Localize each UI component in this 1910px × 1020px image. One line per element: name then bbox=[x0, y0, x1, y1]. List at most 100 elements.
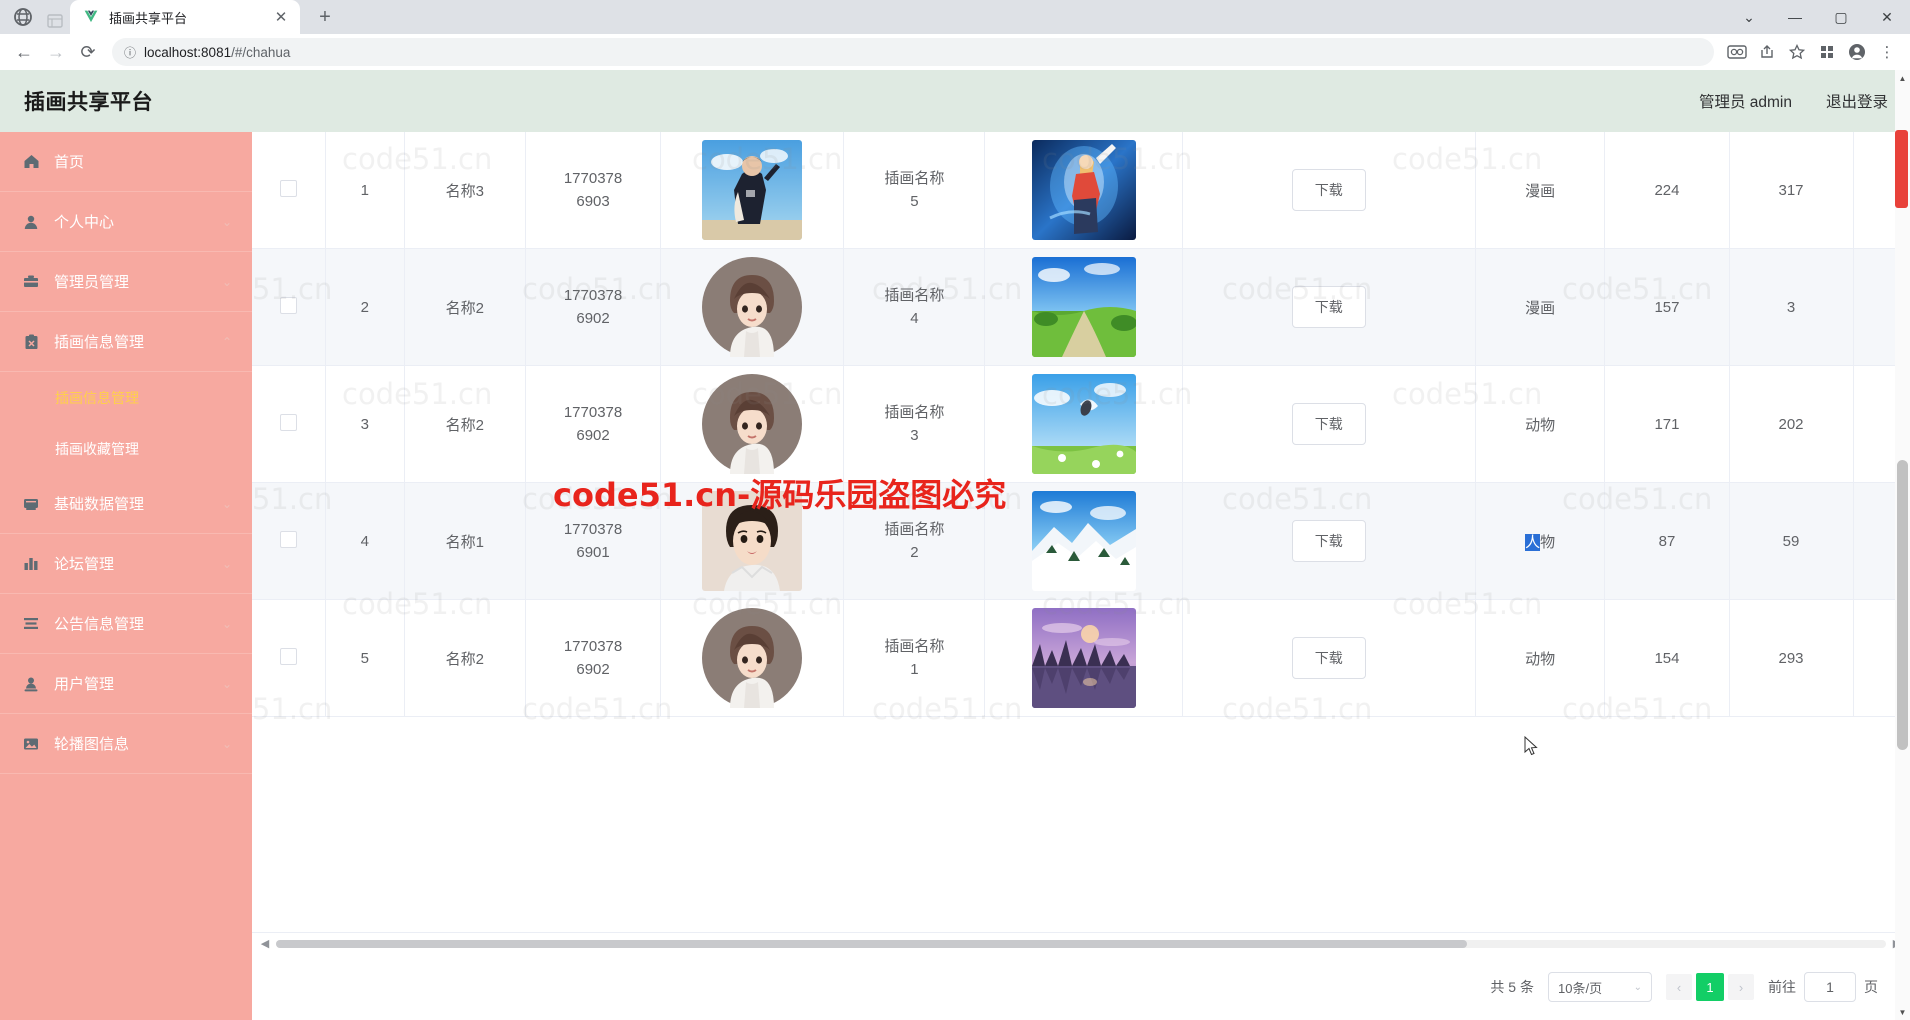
cover-image[interactable] bbox=[1031, 374, 1136, 474]
subitem-label: 插画信息管理 bbox=[55, 389, 139, 406]
sidebar-subitem-illustration-info[interactable]: 插画信息管理 bbox=[0, 372, 252, 423]
hscroll-thumb[interactable] bbox=[276, 939, 1468, 948]
row-download-cell[interactable]: 下载 bbox=[1182, 132, 1476, 249]
prev-page-button[interactable]: ‹ bbox=[1666, 974, 1692, 1000]
row-checkbox[interactable] bbox=[279, 179, 297, 197]
new-tab-button[interactable]: + bbox=[310, 2, 340, 32]
sidebar-item-notice[interactable]: 公告信息管理 ⌄ bbox=[0, 594, 252, 654]
next-page-button[interactable]: › bbox=[1728, 974, 1754, 1000]
row-name: 名称2 bbox=[404, 248, 526, 366]
page-size-select[interactable]: 10条/页 ⌄ bbox=[1548, 972, 1652, 1002]
avatar[interactable] bbox=[702, 374, 803, 474]
sidebar-item-admin[interactable]: 管理员管理 ⌄ bbox=[0, 252, 252, 312]
profile-icon[interactable] bbox=[1842, 37, 1872, 67]
row-avatar-cell bbox=[660, 365, 845, 483]
minimize-icon[interactable]: — bbox=[1772, 0, 1818, 34]
share-icon[interactable] bbox=[1752, 37, 1782, 67]
browser-toolbar: ← → ⟳ ⓘ localhost:8081/#/chahua ⋮ bbox=[0, 34, 1910, 70]
app-body: 首页 个人中心 ⌄ 管理员管理 ⌄ 插画信息管理 ⌃ 插画信息管理 插画收藏管理… bbox=[0, 132, 1910, 1020]
goto-input[interactable]: 1 bbox=[1804, 972, 1856, 1002]
content-area: 1 名称3 1770378 6903 插画名称 5 下载 漫画 224 317 … bbox=[252, 132, 1910, 1020]
table-row[interactable]: 3 名称2 1770378 6902 插画名称 3 下载 动物 171 202 bbox=[252, 365, 1910, 483]
page-scroll-thumb[interactable] bbox=[1897, 460, 1908, 750]
avatar[interactable] bbox=[702, 140, 803, 240]
sidebar-item-illustration[interactable]: 插画信息管理 ⌃ bbox=[0, 312, 252, 372]
illustration-table: 1 名称3 1770378 6903 插画名称 5 下载 漫画 224 317 … bbox=[252, 132, 1910, 717]
page-scrollbar[interactable]: ▲ ▼ bbox=[1895, 70, 1910, 1020]
row-type: 动物 bbox=[1475, 365, 1606, 483]
sidebar-label: 公告信息管理 bbox=[54, 616, 145, 633]
menu-icon[interactable]: ⋮ bbox=[1872, 37, 1902, 67]
hscroll-track[interactable] bbox=[276, 939, 1886, 948]
sidebar: 首页 个人中心 ⌄ 管理员管理 ⌄ 插画信息管理 ⌃ 插画信息管理 插画收藏管理… bbox=[0, 132, 252, 1020]
row-download-cell[interactable]: 下载 bbox=[1182, 365, 1476, 483]
vue-favicon-icon bbox=[82, 8, 100, 26]
row-checkbox-cell[interactable] bbox=[252, 482, 326, 600]
phone-bottom: 6901 bbox=[576, 544, 610, 561]
phone-top: 1770378 bbox=[563, 520, 623, 538]
scroll-left-icon[interactable]: ◀ bbox=[258, 937, 272, 950]
sidebar-item-profile[interactable]: 个人中心 ⌄ bbox=[0, 192, 252, 252]
chevron-down-icon[interactable]: ⌄ bbox=[1726, 0, 1772, 34]
cover-image[interactable] bbox=[1031, 491, 1136, 591]
download-button[interactable]: 下载 bbox=[1291, 637, 1366, 679]
download-button[interactable]: 下载 bbox=[1291, 520, 1366, 562]
row-checkbox[interactable] bbox=[279, 530, 297, 548]
cover-image[interactable] bbox=[1031, 257, 1136, 357]
page-unit: 页 bbox=[1864, 979, 1878, 995]
sidebar-label: 插画信息管理 bbox=[54, 334, 145, 351]
horizontal-scrollbar[interactable]: ◀ ▶ bbox=[252, 932, 1910, 954]
row-title: 插画名称 4 bbox=[843, 248, 986, 366]
sidebar-item-users[interactable]: 用户管理 ⌄ bbox=[0, 654, 252, 714]
user-icon bbox=[20, 214, 42, 230]
maximize-icon[interactable]: ▢ bbox=[1818, 0, 1864, 34]
table-row[interactable]: 1 名称3 1770378 6903 插画名称 5 下载 漫画 224 317 bbox=[252, 132, 1910, 249]
title-top: 插画名称 bbox=[884, 403, 945, 421]
scroll-up-icon[interactable]: ▲ bbox=[1895, 70, 1910, 86]
table-row[interactable]: 5 名称2 1770378 6902 插画名称 1 下载 动物 154 293 bbox=[252, 599, 1910, 717]
row-download-cell[interactable]: 下载 bbox=[1182, 482, 1476, 600]
cover-image[interactable] bbox=[1031, 140, 1136, 240]
tab-search-icon[interactable] bbox=[40, 8, 70, 34]
table-row[interactable]: 4 名称1 1770378 6901 插画名称 2 下载 人物 87 59 bbox=[252, 482, 1910, 600]
browser-tab[interactable]: 插画共享平台 ✕ bbox=[70, 0, 300, 34]
download-button[interactable]: 下载 bbox=[1291, 286, 1366, 328]
sidebar-item-home[interactable]: 首页 bbox=[0, 132, 252, 192]
tab-close-icon[interactable]: ✕ bbox=[270, 6, 292, 28]
logout-link[interactable]: 退出登录 bbox=[1826, 90, 1888, 112]
sidebar-subitem-illustration-favorites[interactable]: 插画收藏管理 bbox=[0, 423, 252, 474]
card-icon[interactable] bbox=[1722, 37, 1752, 67]
scroll-down-icon[interactable]: ▼ bbox=[1895, 1004, 1910, 1020]
row-checkbox-cell[interactable] bbox=[252, 132, 326, 249]
sidebar-item-carousel[interactable]: 轮播图信息 ⌄ bbox=[0, 714, 252, 774]
toolbar-icons: ⋮ bbox=[1722, 37, 1902, 67]
row-checkbox[interactable] bbox=[279, 647, 297, 665]
row-checkbox-cell[interactable] bbox=[252, 248, 326, 366]
window-close-icon[interactable]: ✕ bbox=[1864, 0, 1910, 34]
row-checkbox[interactable] bbox=[279, 413, 297, 431]
chevron-down-icon: ⌄ bbox=[221, 676, 232, 691]
row-checkbox-cell[interactable] bbox=[252, 365, 326, 483]
row-download-cell[interactable]: 下载 bbox=[1182, 599, 1476, 717]
avatar[interactable] bbox=[702, 257, 803, 357]
extensions-icon[interactable] bbox=[1812, 37, 1842, 67]
download-button[interactable]: 下载 bbox=[1291, 403, 1366, 445]
avatar[interactable] bbox=[702, 608, 803, 708]
sidebar-item-basedata[interactable]: 基础数据管理 ⌄ bbox=[0, 474, 252, 534]
row-checkbox[interactable] bbox=[279, 296, 297, 314]
forward-arrow-icon[interactable]: → bbox=[40, 36, 72, 68]
sidebar-item-forum[interactable]: 论坛管理 ⌄ bbox=[0, 534, 252, 594]
back-arrow-icon[interactable]: ← bbox=[8, 36, 40, 68]
reload-icon[interactable]: ⟳ bbox=[72, 36, 104, 68]
table-row[interactable]: 2 名称2 1770378 6902 插画名称 4 下载 漫画 157 3 bbox=[252, 248, 1910, 366]
page-number-1[interactable]: 1 bbox=[1696, 973, 1724, 1001]
cover-image[interactable] bbox=[1031, 608, 1136, 708]
avatar[interactable] bbox=[702, 491, 803, 591]
row-download-cell[interactable]: 下载 bbox=[1182, 248, 1476, 366]
address-bar[interactable]: ⓘ localhost:8081/#/chahua bbox=[112, 38, 1714, 66]
download-button[interactable]: 下载 bbox=[1291, 169, 1366, 211]
row-checkbox-cell[interactable] bbox=[252, 599, 326, 717]
sidebar-label: 首页 bbox=[54, 154, 85, 171]
title-bottom: 5 bbox=[910, 193, 919, 210]
star-icon[interactable] bbox=[1782, 37, 1812, 67]
